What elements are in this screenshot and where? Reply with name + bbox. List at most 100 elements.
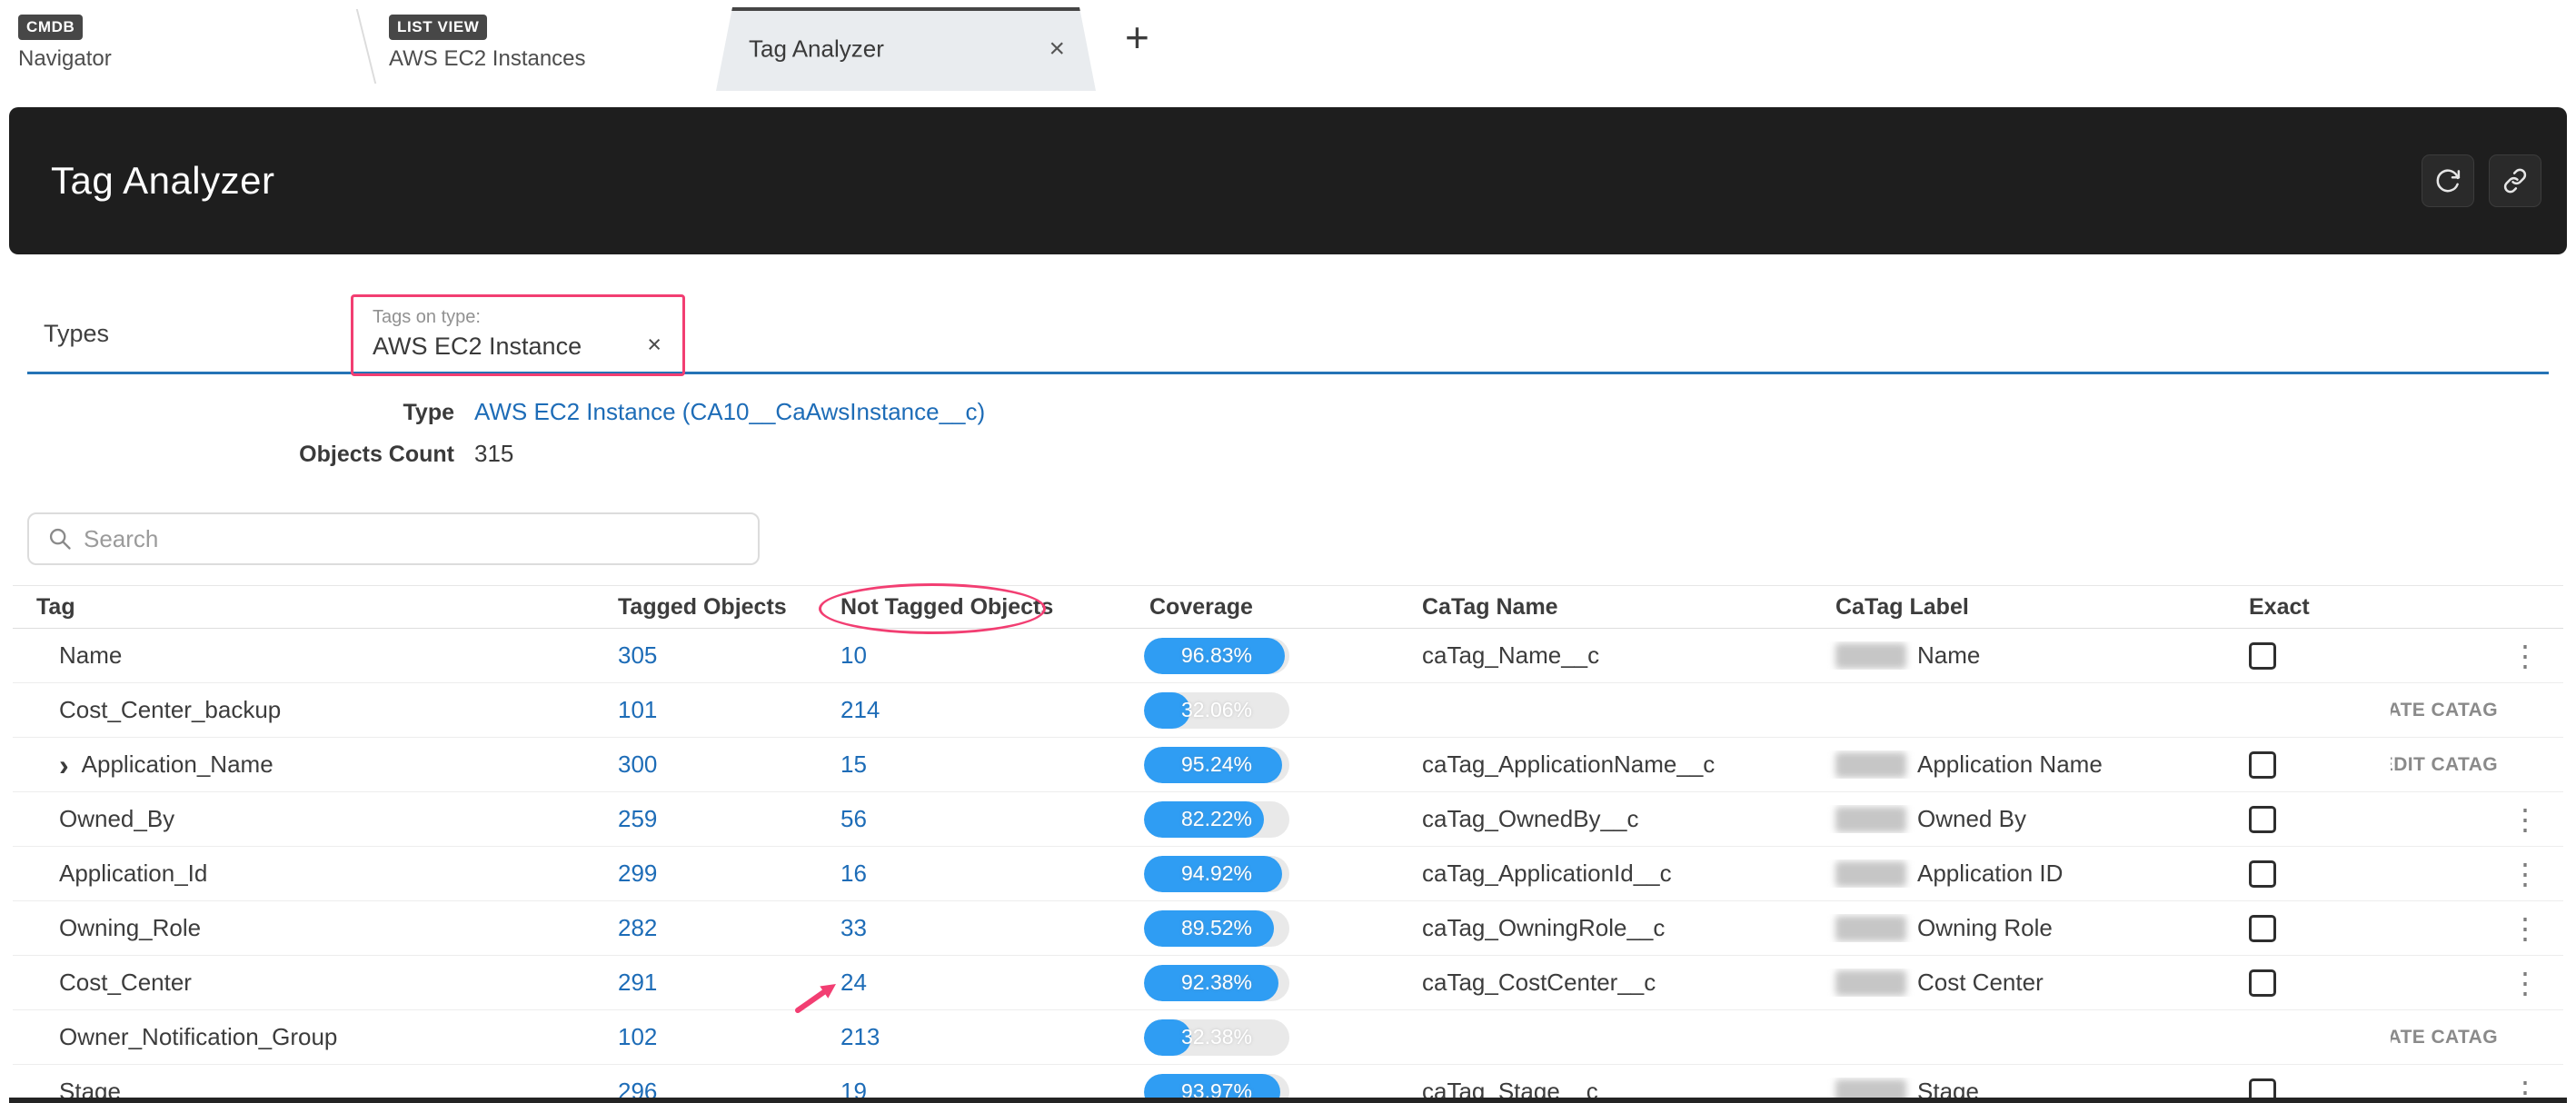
tab-aws-ec2-instances[interactable]: LIST VIEW AWS EC2 Instances <box>380 5 707 72</box>
exact-checkbox[interactable] <box>2249 915 2276 942</box>
redacted-text <box>1835 752 1906 778</box>
redacted-text <box>1835 807 1906 832</box>
close-tab-icon[interactable]: × <box>1049 35 1065 63</box>
not-tagged-objects-link[interactable]: 33 <box>840 914 867 941</box>
tagged-objects-link[interactable]: 282 <box>618 914 657 941</box>
tagged-objects-link[interactable]: 300 <box>618 750 657 778</box>
create-catag-button[interactable]: + CREATE CATAG <box>2391 697 2498 724</box>
page-title: Tag Analyzer <box>51 159 274 203</box>
new-tab-button[interactable]: + <box>1125 13 1149 62</box>
catag-name: caTag_ApplicationName__c <box>1409 750 1823 779</box>
exact-checkbox[interactable] <box>2249 806 2276 833</box>
exact-checkbox[interactable] <box>2249 642 2276 670</box>
coverage-bar: 82.22% <box>1144 801 1289 838</box>
tag-cell: › Application_Id <box>13 860 605 888</box>
coverage-cell: 89.52% <box>1137 910 1409 947</box>
row-menu-icon[interactable]: ⋮ <box>2511 969 2540 998</box>
not-tagged-objects-link[interactable]: 10 <box>840 641 867 669</box>
tag-name: Owning_Role <box>59 914 201 942</box>
type-value-link[interactable]: AWS EC2 Instance (CA10__CaAwsInstance__c… <box>474 398 985 426</box>
catag-label: Owning Role <box>1917 914 2053 942</box>
objects-count-value: 315 <box>474 440 513 468</box>
catag-name: caTag_OwnedBy__c <box>1409 805 1823 833</box>
coverage-value: 32.38% <box>1144 1019 1289 1056</box>
tagged-objects-link[interactable]: 305 <box>618 641 657 669</box>
tag-name: Cost_Center <box>59 969 192 997</box>
redacted-text <box>1835 861 1906 887</box>
actions-cell: + ⋮ <box>2391 914 2563 943</box>
not-tagged-objects-link[interactable]: 15 <box>840 750 867 778</box>
not-tagged-objects-link[interactable]: 214 <box>840 696 880 723</box>
catag-label-cell: Owned By <box>1823 805 2236 833</box>
tab-cmdb-navigator[interactable]: CMDB Navigator <box>9 5 365 72</box>
catag-label: Application Name <box>1917 750 2103 779</box>
search-input[interactable] <box>84 525 743 553</box>
not-tagged-objects-link[interactable]: 56 <box>840 805 867 832</box>
row-menu-icon[interactable]: ⋮ <box>2511 914 2540 943</box>
tagged-objects-link[interactable]: 102 <box>618 1023 657 1050</box>
tagged-objects-link[interactable]: 259 <box>618 805 657 832</box>
tag-name: Name <box>59 641 122 670</box>
coverage-value: 89.52% <box>1144 910 1289 947</box>
refresh-button[interactable] <box>2422 154 2474 207</box>
exact-cell <box>2236 969 2391 997</box>
tag-cell: › Cost_Center_backup <box>13 696 605 724</box>
tags-on-type-chip[interactable]: Tags on type: AWS EC2 Instance × <box>356 298 676 371</box>
catag-name: caTag_OwningRole__c <box>1409 914 1823 942</box>
catag-label: Name <box>1917 641 1980 670</box>
column-header-exact: Exact <box>2236 594 2391 621</box>
actions-cell: + ⋮ <box>2391 641 2563 671</box>
chip-value: AWS EC2 Instance <box>373 333 582 361</box>
types-tab[interactable]: Types <box>44 320 109 348</box>
column-header-tag: Tag <box>13 594 605 621</box>
redacted-text <box>1835 643 1906 669</box>
table-body: › Name 305 10 96.83% caTag_Name__c Name … <box>13 629 2563 1103</box>
coverage-bar: 95.24% <box>1144 747 1289 783</box>
coverage-value: 95.24% <box>1144 747 1289 783</box>
row-menu-icon[interactable]: ⋮ <box>2511 641 2540 671</box>
catag-label: Owned By <box>1917 805 2026 833</box>
exact-checkbox[interactable] <box>2249 860 2276 888</box>
table-row: › Application_Name 300 15 95.24% caTag_A… <box>13 738 2563 792</box>
tab-title: AWS EC2 Instances <box>389 46 707 72</box>
copy-link-button[interactable] <box>2489 154 2541 207</box>
tag-cell: › Application_Name <box>13 750 605 780</box>
tag-cell: › Owning_Role <box>13 914 605 942</box>
tag-name: Owned_By <box>59 805 174 833</box>
tab-tag-analyzer[interactable]: Tag Analyzer × <box>716 7 1096 91</box>
refresh-icon <box>2434 167 2462 194</box>
coverage-cell: 94.92% <box>1137 856 1409 892</box>
exact-checkbox[interactable] <box>2249 969 2276 997</box>
tagged-objects-link[interactable]: 101 <box>618 696 657 723</box>
expand-chevron-icon[interactable]: › <box>59 750 69 780</box>
link-icon <box>2501 167 2529 194</box>
column-header-not-tagged-objects: Not Tagged Objects <box>828 594 1137 621</box>
catag-name: caTag_Name__c <box>1409 641 1823 670</box>
row-menu-icon[interactable]: ⋮ <box>2511 860 2540 889</box>
redacted-text <box>1835 916 1906 941</box>
exact-cell <box>2236 751 2391 779</box>
coverage-cell: 92.38% <box>1137 965 1409 1001</box>
catag-label-cell: Owning Role <box>1823 914 2236 942</box>
row-menu-icon[interactable]: ⋮ <box>2511 805 2540 834</box>
exact-checkbox[interactable] <box>2249 751 2276 779</box>
coverage-bar: 92.38% <box>1144 965 1289 1001</box>
catag-name: caTag_ApplicationId__c <box>1409 860 1823 888</box>
edit-catag-button[interactable]: EDIT CATAG <box>2391 754 2498 776</box>
coverage-bar: 96.83% <box>1144 638 1289 674</box>
tagged-objects-link[interactable]: 291 <box>618 969 657 996</box>
objects-count-row: Objects Count 315 <box>0 440 2576 482</box>
not-tagged-objects-link[interactable]: 24 <box>840 969 867 996</box>
not-tagged-objects-link[interactable]: 16 <box>840 860 867 887</box>
tags-table: Tag Tagged Objects Not Tagged Objects Co… <box>13 585 2563 1103</box>
actions-cell: + CREATE CATAG ⋮ <box>2391 1024 2563 1051</box>
remove-filter-icon[interactable]: × <box>647 333 661 357</box>
not-tagged-objects-link[interactable]: 213 <box>840 1023 880 1050</box>
tab-bar: CMDB Navigator LIST VIEW AWS EC2 Instanc… <box>0 0 2576 91</box>
search-icon <box>47 526 73 552</box>
tag-name: Application_Id <box>59 860 207 888</box>
tagged-objects-link[interactable]: 299 <box>618 860 657 887</box>
actions-cell: + ⋮ <box>2391 860 2563 889</box>
tag-cell: › Name <box>13 641 605 670</box>
create-catag-button[interactable]: + CREATE CATAG <box>2391 1024 2498 1051</box>
